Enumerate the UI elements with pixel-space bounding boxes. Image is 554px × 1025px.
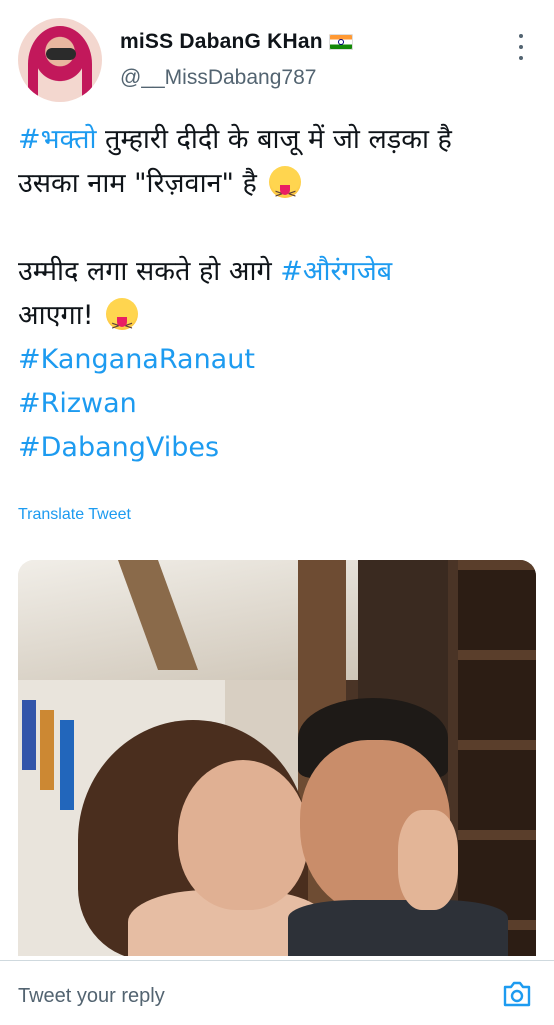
author-display-name[interactable]: miSS DabanG KHan [120,30,353,54]
avatar-scarf [28,26,92,102]
india-flag-icon [328,34,353,51]
tweet-line-3: उम्मीद लगा सकते हो आगे #औरंगजेब [18,250,538,294]
more-options-icon[interactable] [518,34,524,60]
tweet-header: miSS DabanG KHan @__MissDabang787 [18,18,538,102]
camera-icon[interactable] [502,981,532,1007]
avatar[interactable] [18,18,102,102]
hashtag-aurangzeb[interactable]: #औरंगजेब [280,256,392,287]
hashtag-rizwan[interactable]: #Rizwan [18,382,538,426]
tweet-line-2: उसका नाम "रिज़वान" है [18,162,538,216]
reply-bar: Tweet your reply [0,960,554,1025]
avatar-glasses [46,48,76,60]
tweet-line-4: आएगा! [18,294,538,348]
tweet-photo[interactable] [18,560,536,956]
squinting-face-with-tongue-icon [106,298,139,348]
squinting-face-with-tongue-icon [269,166,302,216]
translate-tweet-link[interactable]: Translate Tweet [18,506,131,524]
hashtag-bhakto[interactable]: #भक्तो [18,124,96,155]
tweet-line-1: #भक्तो तुम्हारी दीदी के बाजू में जो लड़क… [18,118,538,162]
author-handle[interactable]: @__MissDabang787 [120,66,316,90]
tweet-line-1-text: तुम्हारी दीदी के बाजू में जो लड़का है [96,124,452,155]
hashtag-kanganaranaut[interactable]: #KanganaRanaut [18,338,538,382]
hashtag-dabangvibes[interactable]: #DabangVibes [18,426,538,470]
tweet-text: #भक्तो तुम्हारी दीदी के बाजू में जो लड़क… [18,118,538,470]
tweet-line-3-text: उम्मीद लगा सकते हो आगे [18,256,281,287]
tweet-line-2-text: उसका नाम "रिज़वान" है [18,168,257,199]
tweet-line-4-text: आएगा! [18,300,94,331]
reply-input[interactable]: Tweet your reply [18,985,165,1008]
author-name-text: miSS DabanG KHan [120,30,323,53]
